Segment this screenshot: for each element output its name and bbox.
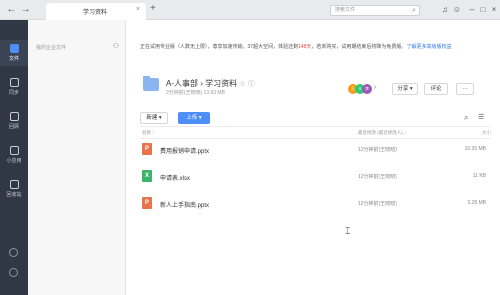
more-button[interactable]: ···	[456, 83, 474, 95]
column-name[interactable]: 名称 ↑	[142, 130, 155, 136]
file-size: 11 KB	[472, 173, 486, 179]
share-button[interactable]: 分享 ▾	[392, 83, 418, 95]
rail-item-label: 回收站	[6, 192, 22, 198]
rail-item-sync[interactable]: 同步	[0, 74, 28, 100]
upload-button[interactable]: 上传 ▾	[178, 112, 210, 124]
maximize-icon[interactable]: □	[478, 4, 488, 15]
user-icon[interactable]: ☺	[452, 4, 462, 15]
notice-days: 148天	[298, 44, 312, 50]
trash-icon	[9, 180, 19, 189]
folder-icon	[143, 76, 159, 91]
column-modified[interactable]: 最近修改 (最近修改人) ↓	[358, 130, 406, 136]
settings-icon[interactable]	[9, 248, 18, 257]
close-icon[interactable]: ×	[136, 6, 140, 13]
nav-rail: 文件 同步 回顾 小应用 回收站	[0, 20, 28, 295]
file-row[interactable]: P 新人上手指南.pptx 12分钟前(王晓晓) 3.28 MB	[140, 192, 490, 216]
info-icon[interactable]: ⓘ	[248, 81, 255, 88]
notice-link[interactable]: 了解更多高级版权益	[406, 44, 451, 50]
bell-icon[interactable]: ♫	[440, 4, 450, 15]
file-name[interactable]: 新人上手指南.pptx	[160, 200, 209, 209]
star-icon[interactable]: ☆	[239, 81, 245, 88]
close-window-icon[interactable]: ×	[489, 4, 499, 15]
back-icon[interactable]: ←	[6, 4, 17, 15]
avatar[interactable]: 李	[362, 84, 372, 94]
mouse-cursor: ⌶	[345, 226, 351, 236]
notice-text-2: ，若未购买，试用期结束后将降为免费版。	[311, 44, 407, 50]
breadcrumb-text[interactable]: A-人事部 › 学习资料	[166, 79, 237, 88]
rail-item-label: 文件	[8, 56, 19, 62]
comment-button[interactable]: 评论	[424, 83, 448, 95]
help-icon[interactable]	[9, 268, 18, 277]
search-icon: ⌕	[412, 7, 416, 14]
divider	[140, 126, 490, 127]
file-row[interactable]: X 申请表.xlsx 12分钟前(王晓晓) 11 KB	[140, 165, 490, 189]
breadcrumb: A-人事部 › 学习资料 ☆ ⓘ	[166, 78, 255, 89]
file-row[interactable]: P 费用报销申请.pptx 12分钟前(王晓晓) 10.35 MB	[140, 138, 490, 162]
rail-item-review[interactable]: 回顾	[0, 108, 28, 134]
notice-text: 正在试用专业版（人数无上限），尊享加速传输，37超大空间，体验还剩	[140, 44, 299, 50]
members-more-icon[interactable]: ›	[374, 84, 376, 91]
file-name[interactable]: 费用报销申请.pptx	[160, 146, 209, 155]
file-type-icon: X	[142, 170, 152, 182]
rail-item-label: 同步	[8, 90, 19, 96]
rail-item-label: 小应用	[6, 158, 22, 164]
trial-notice: 正在试用专业版（人数无上限），尊享加速传输，37超大空间，体验还剩148天，若未…	[140, 43, 451, 50]
file-name[interactable]: 申请表.xlsx	[160, 173, 190, 182]
rail-item-trash[interactable]: 回收站	[0, 176, 28, 202]
file-modified: 12分钟前(王晓晓)	[358, 174, 397, 180]
folder-meta: 2分钟前(王晓晓) 13.63 MB	[166, 90, 225, 96]
new-tab-button[interactable]: +	[150, 3, 156, 14]
search-placeholder: 搜索文件	[335, 7, 356, 13]
column-size[interactable]: 大小	[482, 130, 491, 136]
minimize-icon[interactable]: –	[467, 4, 477, 15]
review-icon	[9, 112, 19, 121]
search-input[interactable]: 搜索文件 ⌕	[330, 5, 420, 16]
title-bar: ← → 学习资料 × + 搜索文件 ⌕ ♫ ☺ – □ ×	[0, 0, 500, 20]
tab-study-materials[interactable]: 学习资料 ×	[46, 3, 146, 20]
folder-tree: 我的企业文件 ⚇	[28, 20, 126, 295]
file-size: 3.28 MB	[467, 200, 486, 206]
file-type-icon: P	[142, 143, 152, 155]
file-modified: 12分钟前(王晓晓)	[358, 147, 397, 153]
tree-header: 我的企业文件	[36, 45, 67, 51]
folder-icon	[9, 44, 19, 53]
main-content: 正在试用专业版（人数无上限），尊享加速传输，37超大空间，体验还剩148天，若未…	[126, 20, 500, 295]
rail-item-files[interactable]: 文件	[0, 40, 28, 66]
org-chart-icon[interactable]: ⚇	[113, 42, 119, 50]
file-modified: 12分钟前(王晓晓)	[358, 201, 397, 207]
rail-item-label: 回顾	[8, 124, 19, 130]
apps-icon	[9, 146, 19, 155]
new-button[interactable]: 新建 ▾	[140, 112, 168, 124]
sync-icon	[9, 78, 19, 87]
rail-item-apps[interactable]: 小应用	[0, 142, 28, 168]
search-icon[interactable]: ⌕	[464, 113, 468, 123]
file-size: 10.35 MB	[464, 146, 486, 152]
forward-icon[interactable]: →	[20, 4, 31, 15]
file-type-icon: P	[142, 197, 152, 209]
menu-icon[interactable]: ☰	[478, 113, 484, 121]
tab-title: 学习资料	[83, 10, 108, 16]
